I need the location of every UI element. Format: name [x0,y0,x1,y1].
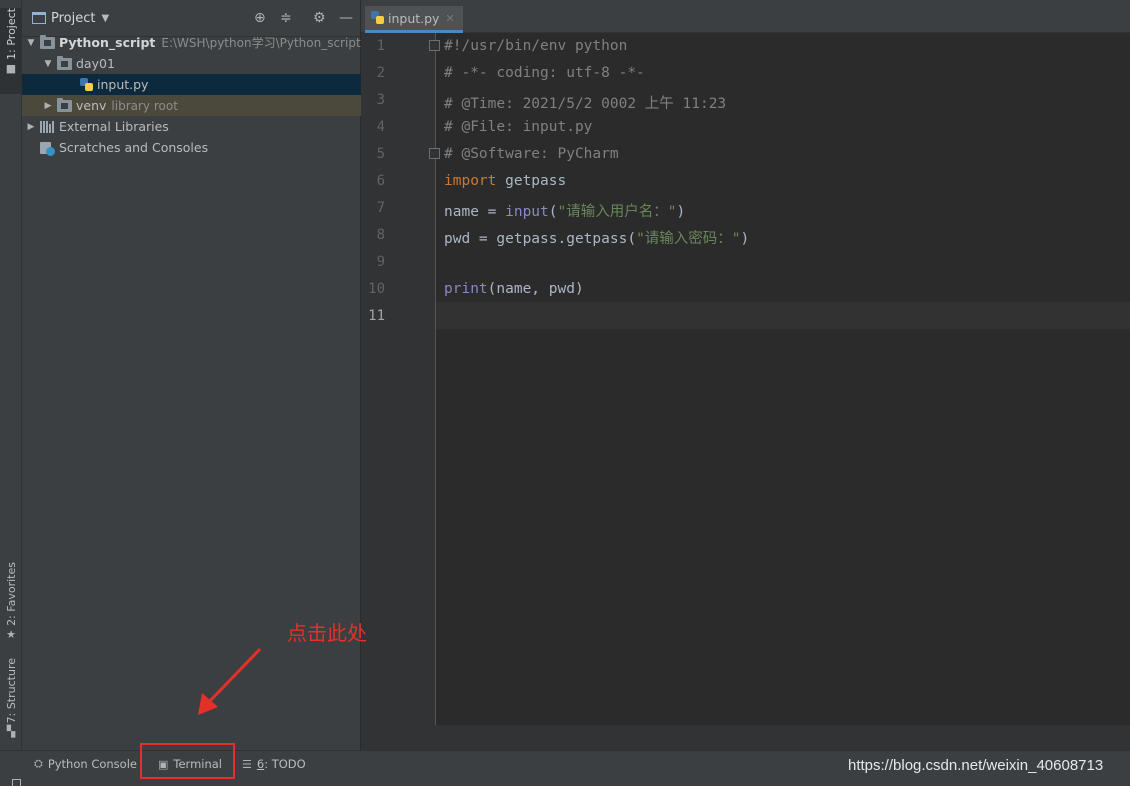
code-editor: input.py ✕ 1 2 3 4 5 6 7 8 9 10 11 #!/us… [361,0,1130,750]
line-number-gutter: 1 2 3 4 5 6 7 8 9 10 11 [361,33,440,725]
code-line-6[interactable]: import getpass [444,173,566,189]
locate-file-icon[interactable]: ⊕ [254,10,266,26]
tree-item-label: Scratches and Consoles [59,140,209,155]
line-number: 2 [376,65,385,81]
code-token: ) [676,204,686,220]
folder-icon [57,55,72,70]
code-line-5[interactable]: # @Software: PyCharm [444,146,619,162]
line-number: 4 [376,119,385,135]
python-file-icon [80,77,93,92]
tree-item-scratches[interactable]: Scratches and Consoles [22,137,361,158]
left-tool-strip: 1: Project ■ 2: Favorites ★ 7: Structure… [0,0,22,750]
fold-marker-icon[interactable] [429,148,440,159]
chevron-down-icon[interactable]: ▼ [42,59,54,69]
collapse-all-icon[interactable]: ≑ [280,10,292,26]
code-token: ) [740,231,750,247]
tree-item-label: External Libraries [59,119,169,134]
code-token: pwd = getpass.getpass( [444,231,637,247]
annotation-arrow-icon [198,647,262,715]
chevron-right-icon[interactable]: ▶ [25,122,37,132]
tree-root-path: E:\WSH\python学习\Python_script [161,36,361,50]
folder-icon [40,34,55,49]
current-line-highlight [436,302,1130,329]
builtin-token: input [505,204,549,220]
builtin-token: print [444,281,488,297]
chevron-right-icon[interactable]: ▶ [42,101,54,111]
code-token: (name, pwd) [487,281,584,297]
chevron-down-icon[interactable]: ▼ [25,38,37,48]
project-view-selector[interactable]: Project [51,11,95,26]
star-icon: ★ [6,627,16,641]
tab-structure[interactable]: 7: Structure ▚ [0,658,22,738]
tree-item-label: venv [76,98,107,113]
code-token: ( [548,204,558,220]
code-line-3[interactable]: # @Time: 2021/5/2 0002 上午 11:23 [444,92,726,113]
toggle-tool-windows-icon[interactable] [12,779,21,786]
code-line-10[interactable]: print(name, pwd) [444,281,584,297]
string-token: "请输入密码：" [636,231,741,247]
tree-item-label: input.py [97,77,149,92]
code-line-1[interactable]: #!/usr/bin/env python [444,38,627,54]
line-number-current: 11 [368,308,385,324]
tab-favorites-label: 2: Favorites [4,562,18,626]
editor-breadcrumb-bar [361,725,1130,750]
line-number: 5 [376,146,385,162]
python-console-icon: ⛭ [34,757,43,770]
tab-project-label: 1: Project [4,8,18,60]
scratches-icon [40,141,55,156]
editor-tab-bar: input.py ✕ [361,0,1130,33]
library-icon [40,120,55,133]
line-number: 1 [376,38,385,54]
line-number: 8 [376,227,385,243]
line-number: 6 [376,173,385,189]
editor-tab-label: input.py [388,10,440,26]
line-number: 7 [376,200,385,216]
tree-item-root[interactable]: ▼ Python_script E:\WSH\python学习\Python_s… [22,32,361,53]
code-line-7[interactable]: name = input("请输入用户名：") [444,200,685,221]
watermark-url: https://blog.csdn.net/weixin_40608713 [848,757,1104,774]
string-token: "请输入用户名：" [557,204,677,220]
folder-icon [57,97,72,112]
tab-favorites[interactable]: 2: Favorites ★ [0,562,22,641]
python-file-icon [371,11,384,25]
editor-tab-input-py[interactable]: input.py ✕ [365,6,463,33]
close-icon[interactable]: ✕ [445,12,454,25]
todo-number: 6 [256,757,265,771]
line-number: 10 [368,281,385,297]
tab-structure-label: 7: Structure [4,658,18,724]
structure-icon: ▚ [6,725,16,739]
python-console-tab[interactable]: ⛭ Python Console [34,751,137,777]
todo-list-icon: ☰ [242,757,252,771]
code-line-2[interactable]: # -*- coding: utf-8 -*- [444,65,645,81]
gear-icon[interactable]: ⚙ [313,10,326,26]
library-root-note: library root [111,98,178,113]
keyword-token: import [444,173,497,189]
tree-item-venv[interactable]: ▶ venv library root [22,95,361,116]
tree-item-label: day01 [76,56,115,71]
todo-label: : TODO [264,757,306,771]
chevron-down-icon[interactable]: ▼ [101,13,109,24]
tree-item-input-py[interactable]: input.py [22,74,361,95]
line-number: 3 [376,92,385,108]
tree-root-name: Python_script [59,35,156,50]
tab-project[interactable]: 1: Project ■ [0,8,22,94]
hide-panel-icon[interactable]: — [339,10,353,26]
code-line-4[interactable]: # @File: input.py [444,119,592,135]
folder-icon: ■ [5,61,17,75]
python-console-label: Python Console [47,757,137,771]
fold-marker-icon[interactable] [429,40,440,51]
tree-item-day01[interactable]: ▼ day01 [22,53,361,74]
annotation-text: 点击此处 [287,621,367,645]
tree-item-external-libraries[interactable]: ▶ External Libraries [22,116,361,137]
annotation-highlight-box [140,743,235,779]
code-line-8[interactable]: pwd = getpass.getpass("请输入密码：") [444,227,749,248]
line-number: 9 [376,254,385,270]
code-token: getpass [496,173,567,189]
project-window-icon [32,12,46,24]
todo-tab[interactable]: ☰ 6: TODO [242,751,306,777]
code-token: name = [444,204,506,220]
